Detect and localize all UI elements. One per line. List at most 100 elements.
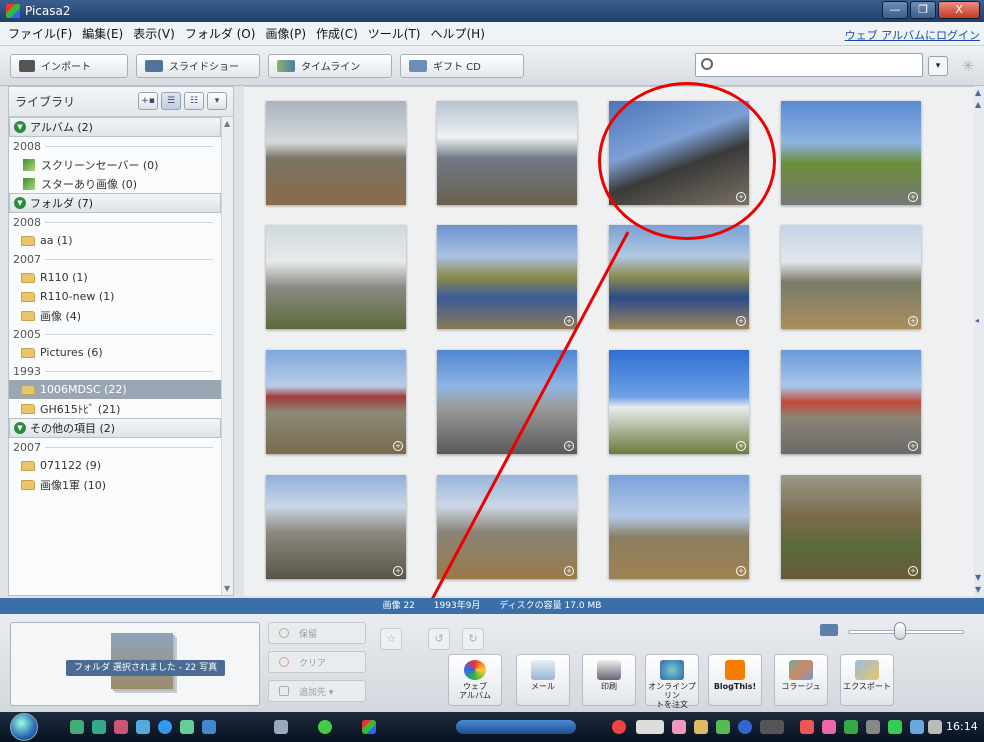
hold-button[interactable]: 保留 xyxy=(268,622,366,644)
volume-icon[interactable] xyxy=(928,720,942,734)
photo-thumbnail[interactable]: + xyxy=(781,225,921,329)
photo-thumbnail[interactable]: + xyxy=(437,225,577,329)
email-button[interactable]: メール xyxy=(516,654,570,706)
scroll-down-icon[interactable]: ▼ xyxy=(975,573,981,582)
scroll-bottom-icon[interactable]: ▼ xyxy=(975,585,981,594)
folder-item[interactable]: R110-new (1) xyxy=(9,287,221,306)
timeline-button[interactable]: タイムライン xyxy=(268,53,392,78)
minimize-button[interactable]: — xyxy=(882,1,908,19)
folder-item[interactable]: 画像 (4) xyxy=(9,306,221,325)
group-folders[interactable]: ▼ フォルダ (7) xyxy=(9,193,221,213)
folder-item[interactable]: 画像1軍 (10) xyxy=(9,475,221,494)
scroll-up-icon[interactable]: ▲ xyxy=(975,100,981,109)
folder-item[interactable]: Pictures (6) xyxy=(9,343,221,362)
rotate-left-button[interactable]: ↺ xyxy=(428,628,450,650)
tree-view-button[interactable]: ☷ xyxy=(184,92,204,110)
library-menu-button[interactable]: ▾ xyxy=(207,92,227,110)
star-button[interactable]: ☆ xyxy=(380,628,402,650)
album-item[interactable]: スターあり画像 (0) xyxy=(9,174,221,193)
window-controls: — ❐ X xyxy=(882,1,980,19)
photo-thumbnail[interactable]: + xyxy=(609,475,749,579)
menu-file[interactable]: ファイル(F) xyxy=(8,25,72,42)
clear-button[interactable]: クリア xyxy=(268,651,366,673)
slideshow-button[interactable]: スライドショー xyxy=(136,53,260,78)
help-icon[interactable] xyxy=(738,720,752,734)
folder-item[interactable]: GH615ﾄﾋﾞ (21) xyxy=(9,399,221,418)
grid-scrollbar[interactable]: ▲ ▲ ◂ ▼ ▼ xyxy=(974,86,984,596)
folder-item-selected[interactable]: 1006MDSC (22) xyxy=(9,380,221,399)
quicklaunch-icon[interactable] xyxy=(202,720,216,734)
menu-view[interactable]: 表示(V) xyxy=(133,25,175,42)
photo-thumbnail[interactable]: + xyxy=(609,225,749,329)
system-tray-icon[interactable] xyxy=(866,720,880,734)
group-other[interactable]: ▼ その他の項目 (2) xyxy=(9,418,221,438)
album-item[interactable]: スクリーンセーバー (0) xyxy=(9,155,221,174)
web-album-button[interactable]: ウェブ アルバム xyxy=(448,654,502,706)
system-tray-icon[interactable] xyxy=(716,720,730,734)
quicklaunch-icon[interactable] xyxy=(70,720,84,734)
start-button[interactable] xyxy=(10,713,38,741)
taskbar-app-icon[interactable] xyxy=(274,720,288,734)
quicklaunch-icon[interactable] xyxy=(136,720,150,734)
folder-item[interactable]: aa (1) xyxy=(9,231,221,250)
photo-thumbnail[interactable]: + xyxy=(781,101,921,205)
menu-create[interactable]: 作成(C) xyxy=(316,25,358,42)
clock[interactable]: 16:14 xyxy=(946,720,978,733)
photo-thumbnail[interactable]: + xyxy=(266,475,406,579)
order-prints-button[interactable]: オンラインプリン トを注文 xyxy=(645,654,699,709)
photo-thumbnail[interactable]: + xyxy=(781,350,921,454)
browser-icon[interactable] xyxy=(158,720,172,734)
search-input[interactable] xyxy=(718,56,918,74)
quicklaunch-icon[interactable] xyxy=(92,720,106,734)
scroll-top-icon[interactable]: ▲ xyxy=(975,88,981,97)
import-button[interactable]: インポート xyxy=(10,53,128,78)
system-tray-icon[interactable] xyxy=(888,720,902,734)
folder-item[interactable]: 071122 (9) xyxy=(9,456,221,475)
photo-thumbnail[interactable]: + xyxy=(437,475,577,579)
web-album-login-link[interactable]: ウェブ アルバムにログイン xyxy=(845,27,980,43)
photo-thumbnail[interactable]: + xyxy=(609,350,749,454)
system-tray-icon[interactable] xyxy=(844,720,858,734)
ime-icon[interactable] xyxy=(636,720,664,734)
system-tray-icon[interactable] xyxy=(694,720,708,734)
photo-thumbnail[interactable] xyxy=(266,225,406,329)
media-player-icon[interactable] xyxy=(456,720,576,734)
close-button[interactable]: X xyxy=(938,1,980,19)
photo-thumbnail[interactable]: + xyxy=(437,350,577,454)
add-to-button[interactable]: 追加先 ▾ xyxy=(268,680,366,702)
photo-thumbnail[interactable]: + xyxy=(781,475,921,579)
network-icon[interactable] xyxy=(910,720,924,734)
scroll-down-icon[interactable]: ▼ xyxy=(224,584,232,593)
export-button[interactable]: エクスポート xyxy=(840,654,894,706)
zoom-slider-handle[interactable] xyxy=(894,622,907,640)
menu-edit[interactable]: 編集(E) xyxy=(82,25,123,42)
maximize-button[interactable]: ❐ xyxy=(910,1,936,19)
search-options-button[interactable]: ▾ xyxy=(928,56,948,76)
scroll-up-icon[interactable]: ▲ xyxy=(224,119,232,128)
quicklaunch-icon[interactable] xyxy=(114,720,128,734)
photo-thumbnail[interactable] xyxy=(266,101,406,205)
system-tray-icon[interactable] xyxy=(612,720,626,734)
taskbar-app-icon[interactable] xyxy=(318,720,332,734)
add-album-button[interactable]: +▪ xyxy=(138,92,158,110)
collage-button[interactable]: コラージュ xyxy=(774,654,828,706)
menu-picture[interactable]: 画像(P) xyxy=(265,25,306,42)
quicklaunch-icon[interactable] xyxy=(180,720,194,734)
group-albums[interactable]: ▼ アルバム (2) xyxy=(9,117,221,137)
system-tray-icon[interactable] xyxy=(822,720,836,734)
library-scrollbar[interactable]: ▲ ▼ xyxy=(221,117,233,595)
menu-folder[interactable]: フォルダ (O) xyxy=(185,25,256,42)
taskbar-picasa-icon[interactable] xyxy=(362,720,376,734)
blogthis-button[interactable]: BlogThis! xyxy=(708,654,762,706)
photo-thumbnail[interactable]: + xyxy=(266,350,406,454)
menu-help[interactable]: ヘルプ(H) xyxy=(431,25,485,42)
giftcd-button[interactable]: ギフト CD xyxy=(400,53,524,78)
system-tray-icon[interactable] xyxy=(800,720,814,734)
menu-tools[interactable]: ツール(T) xyxy=(368,25,421,42)
rotate-right-button[interactable]: ↻ xyxy=(462,628,484,650)
folder-item[interactable]: R110 (1) xyxy=(9,268,221,287)
system-tray-icon[interactable] xyxy=(672,720,686,734)
photo-thumbnail[interactable] xyxy=(437,101,577,205)
print-button[interactable]: 印刷 xyxy=(582,654,636,706)
list-view-button[interactable]: ☰ xyxy=(161,92,181,110)
